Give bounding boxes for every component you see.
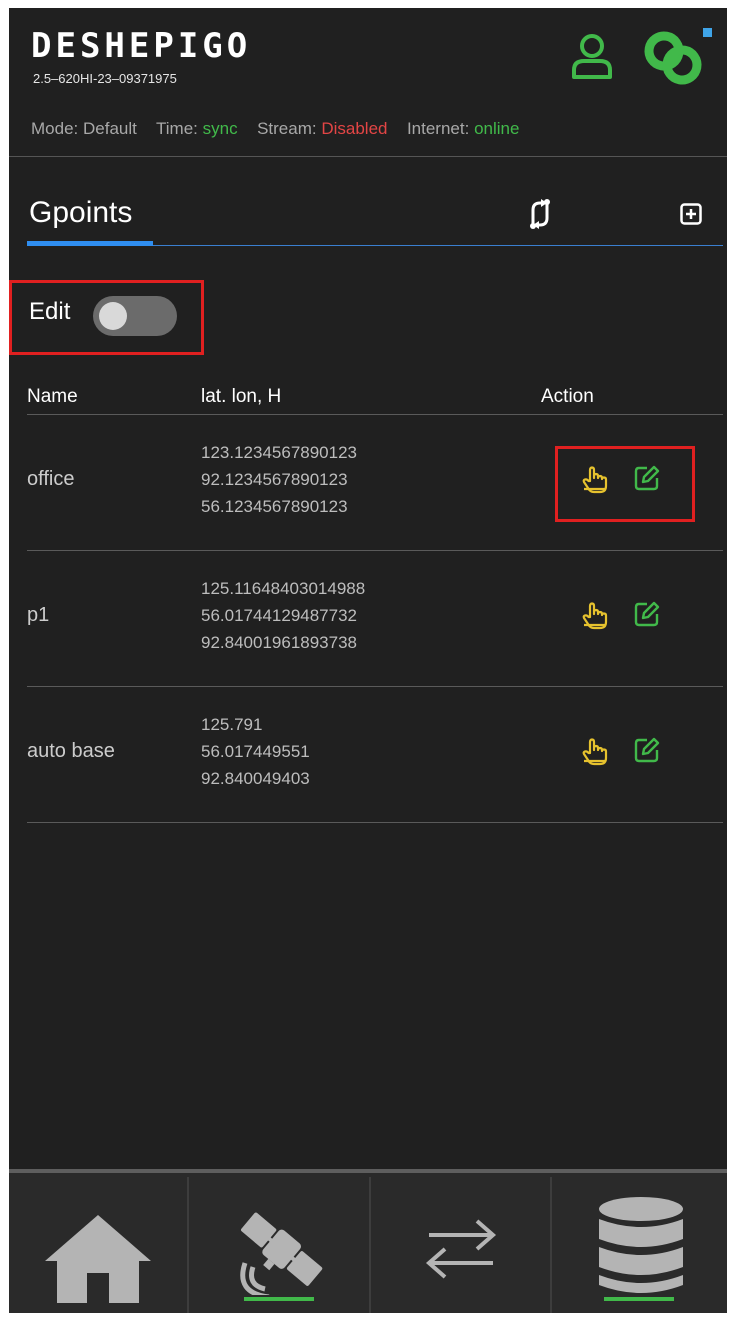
column-header-name: Name [27,386,78,407]
edit-icon[interactable] [633,600,661,628]
nav-tab-transfer[interactable] [371,1173,550,1313]
time-value: sync [202,119,238,138]
table-row: auto base 125.791 56.017449551 92.840049… [9,686,727,822]
internet-value: online [474,119,520,138]
stream-label: Stream: [257,119,317,138]
nav-tab-satellite[interactable] [189,1173,369,1313]
point-name: p1 [27,604,50,626]
app-header: DESHEPIGO 2.5–620HI-23–09371975 Mode: De… [9,8,727,157]
stream-value: Disabled [321,119,388,138]
hand-pointer-icon[interactable] [581,602,609,630]
app-frame: DESHEPIGO 2.5–620HI-23–09371975 Mode: De… [9,8,727,1313]
section-title[interactable]: Gpoints [29,196,132,230]
time-label: Time: [156,119,198,138]
point-name: office [27,468,75,490]
point-lat: 123.1234567890123 [201,443,357,462]
point-lat: 125.11648403014988 [201,579,366,598]
point-lon: 92.1234567890123 [201,470,348,489]
nav-active-indicator [244,1297,314,1301]
point-coordinates: 123.1234567890123 92.1234567890123 56.12… [201,439,357,520]
point-height: 92.84001961893738 [201,633,357,652]
device-serial: 2.5–620HI-23–09371975 [33,71,177,86]
point-name: auto base [27,740,115,762]
add-icon[interactable] [680,203,702,225]
point-height: 92.840049403 [201,769,310,788]
point-coordinates: 125.11648403014988 56.01744129487732 92.… [201,575,365,656]
bottom-nav [9,1169,727,1313]
transfer-arrows-icon [425,1219,497,1279]
nav-active-indicator [604,1297,674,1301]
toggle-knob [99,302,127,330]
row-divider [27,822,723,823]
point-height: 56.1234567890123 [201,497,348,516]
edit-toggle[interactable] [93,296,177,336]
column-header-coords: lat. lon, H [201,386,282,407]
database-icon [599,1197,683,1293]
satellite-icon [240,1212,323,1295]
brand-logo: DESHEPIGO [31,26,252,66]
point-lon: 56.017449551 [201,742,310,761]
sync-icon[interactable] [524,198,556,230]
edit-icon[interactable] [633,736,661,764]
nav-tab-home[interactable] [9,1173,187,1313]
nav-tab-database[interactable] [552,1173,727,1313]
connection-link-icon[interactable] [643,26,713,86]
mode-label: Mode: [31,119,79,138]
user-icon[interactable] [571,32,613,80]
status-bar: Mode: Default Time: sync Stream: Disable… [31,119,519,139]
point-coordinates: 125.791 56.017449551 92.840049403 [201,711,310,792]
point-lat: 125.791 [201,715,263,734]
table-row: p1 125.11648403014988 56.01744129487732 … [9,550,727,686]
column-header-action: Action [541,386,594,407]
internet-label: Internet: [406,119,470,138]
section-active-indicator [27,241,153,246]
home-icon [45,1215,151,1303]
point-lon: 56.01744129487732 [201,606,357,625]
action-highlight-box [555,446,695,522]
mode-value: Default [82,119,137,138]
edit-label: Edit [29,298,71,325]
hand-pointer-icon[interactable] [581,738,609,766]
